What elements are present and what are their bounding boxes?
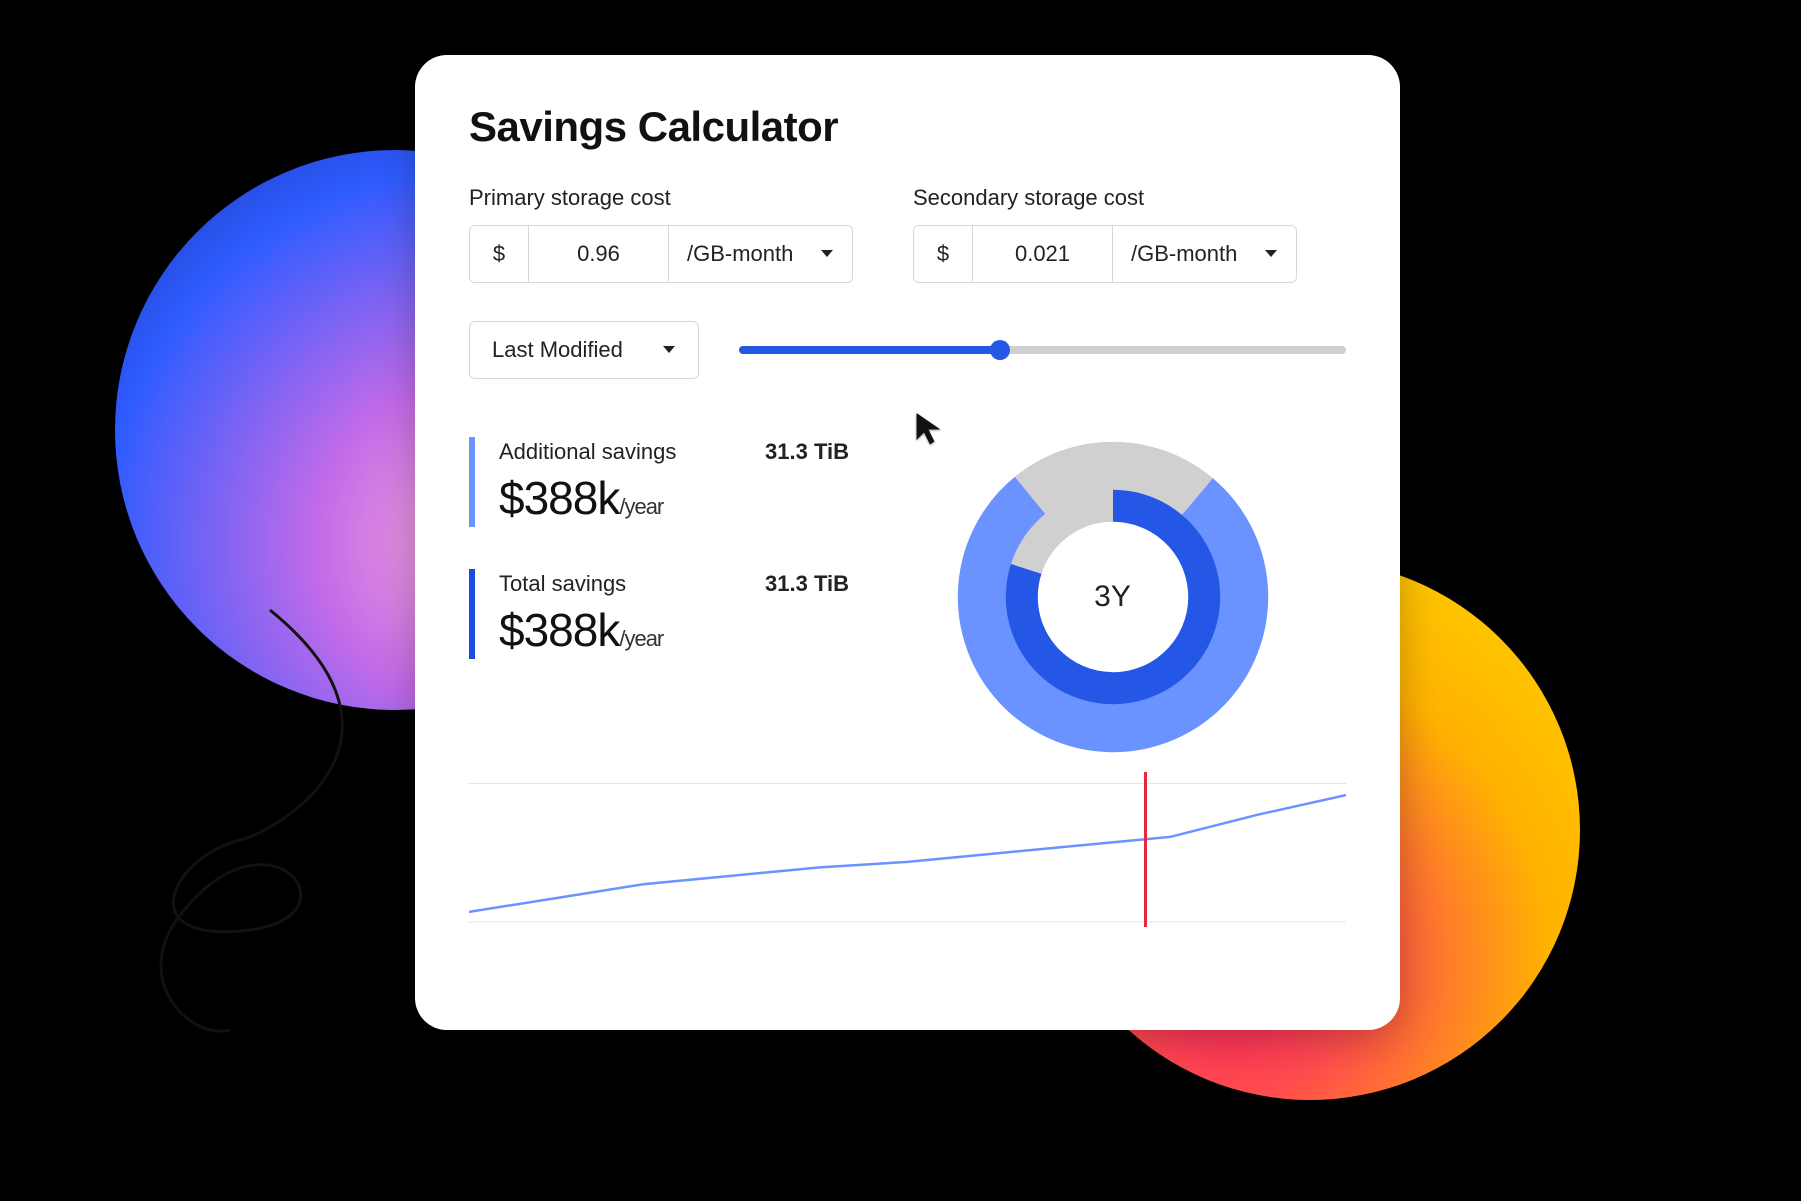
chevron-down-icon (1264, 249, 1278, 259)
card-title: Savings Calculator (469, 103, 1346, 151)
secondary-cost-unit-select[interactable]: /GB-month (1112, 226, 1296, 282)
line-chart (469, 783, 1346, 923)
primary-cost-unit-select[interactable]: /GB-month (668, 226, 852, 282)
line-chart-marker (1144, 772, 1147, 927)
secondary-cost-value[interactable]: 0.021 (972, 226, 1112, 282)
secondary-cost-unit-label: /GB-month (1131, 241, 1237, 267)
results-row: Additional savings 31.3 TiB $388k/year T… (469, 437, 1346, 757)
primary-cost-label: Primary storage cost (469, 185, 853, 211)
chevron-down-icon (662, 345, 676, 355)
additional-savings-label: Additional savings (499, 439, 676, 465)
primary-cost-block: Primary storage cost $ 0.96 /GB-month (469, 185, 853, 283)
total-savings-size: 31.3 TiB (765, 571, 849, 597)
total-savings-block: Total savings 31.3 TiB $388k/year (469, 569, 849, 659)
slider-fill (739, 346, 1000, 354)
donut-chart: 3Y (953, 437, 1273, 757)
additional-savings-amount: $388k (499, 472, 619, 524)
primary-cost-input-group: $ 0.96 /GB-month (469, 225, 853, 283)
savings-calculator-card: Savings Calculator Primary storage cost … (415, 55, 1400, 1030)
total-savings-unit: /year (619, 626, 663, 651)
secondary-cost-block: Secondary storage cost $ 0.021 /GB-month (913, 185, 1297, 283)
slider-thumb[interactable] (990, 340, 1010, 360)
donut-center-label: 3Y (1094, 580, 1131, 614)
additional-savings-unit: /year (619, 494, 663, 519)
chevron-down-icon (820, 249, 834, 259)
total-savings-amount: $388k (499, 604, 619, 656)
total-savings-label: Total savings (499, 571, 626, 597)
secondary-cost-currency: $ (914, 226, 972, 282)
primary-cost-value[interactable]: 0.96 (528, 226, 668, 282)
last-modified-label: Last Modified (492, 337, 623, 363)
primary-cost-unit-label: /GB-month (687, 241, 793, 267)
secondary-cost-input-group: $ 0.021 /GB-month (913, 225, 1297, 283)
slider-row: Last Modified (469, 321, 1346, 379)
donut-column: 3Y (879, 437, 1346, 757)
additional-savings-size: 31.3 TiB (765, 439, 849, 465)
additional-savings-block: Additional savings 31.3 TiB $388k/year (469, 437, 849, 527)
savings-column: Additional savings 31.3 TiB $388k/year T… (469, 437, 849, 757)
secondary-cost-label: Secondary storage cost (913, 185, 1297, 211)
time-slider[interactable] (739, 334, 1346, 366)
primary-cost-currency: $ (470, 226, 528, 282)
last-modified-select[interactable]: Last Modified (469, 321, 699, 379)
costs-row: Primary storage cost $ 0.96 /GB-month Se… (469, 185, 1346, 283)
